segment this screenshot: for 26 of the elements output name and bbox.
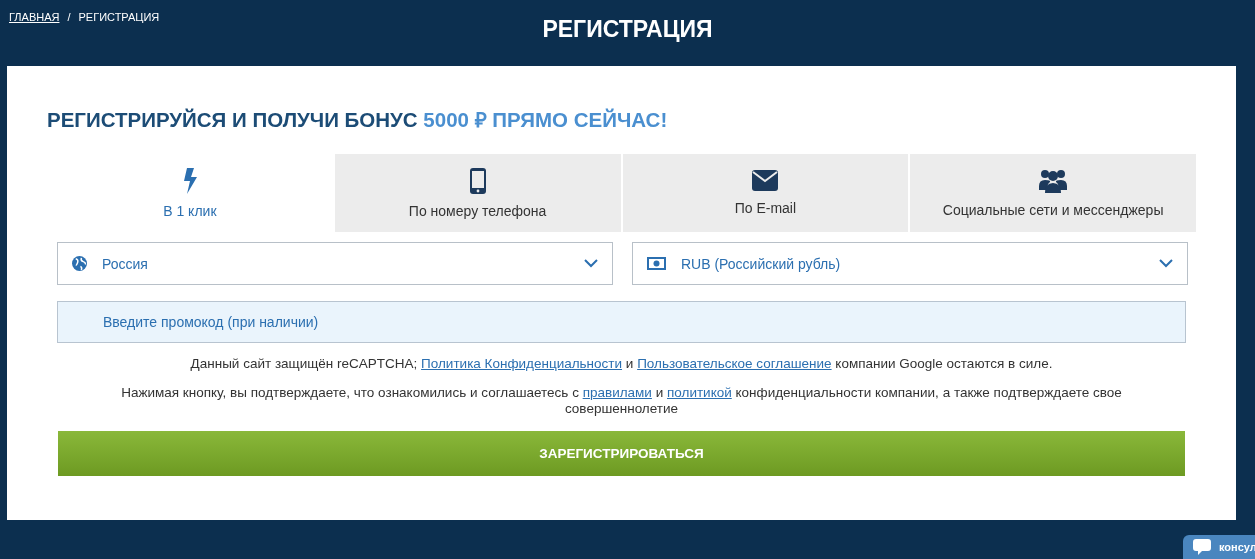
- breadcrumb-current: РЕГИСТРАЦИЯ: [78, 11, 160, 23]
- legal-note: Данный сайт защищён reCAPTCHA; Политика Конфиденциальности и Пользовательское соглашение компании Google остаются в силе.: [189, 356, 1054, 372]
- policy-link[interactable]: Политика Конфиденциальности: [421, 356, 623, 371]
- promo-code-field[interactable]: Введите промокод (при наличии): [57, 301, 1186, 343]
- promo-heading: РЕГИСТРИРУЙСЯ И ПОЛУЧИ БОНУС 5000 ₽ ПРЯМО СЕЙЧАС!: [47, 107, 669, 133]
- globe-icon: [72, 256, 87, 271]
- phone-icon: [469, 167, 486, 194]
- policy-link[interactable]: политикой: [667, 385, 732, 400]
- registration-tab[interactable]: Социальные сети и мессенджеры: [910, 154, 1196, 232]
- registration-tab[interactable]: По E-mail: [622, 154, 909, 232]
- banknote-icon: [647, 257, 666, 270]
- dropdown-select[interactable]: Россия: [57, 242, 613, 285]
- chevron-down-icon: [1159, 259, 1173, 268]
- lightning-icon: [182, 167, 197, 194]
- policy-link[interactable]: Пользовательское соглашение: [637, 356, 832, 371]
- people-icon: [1039, 168, 1068, 193]
- chevron-down-icon: [584, 259, 598, 268]
- legal-note: Нажимая кнопку, вы подтверждаете, что ознакомились и соглашаетесь с правилами и политикой конфиденциальности компании, а также подтверждаете свое совершеннолетие: [120, 385, 1123, 417]
- page-title: РЕГИСТРАЦИЯ: [542, 15, 713, 43]
- breadcrumb-separator: /: [67, 11, 71, 23]
- dropdown-select[interactable]: RUB (Российский рубль): [632, 242, 1188, 285]
- breadcrumb-link[interactable]: ГЛАВНАЯ: [9, 11, 60, 23]
- speech-bubble-icon: [1193, 539, 1211, 555]
- registration-tab[interactable]: По номеру телефона: [334, 154, 621, 232]
- policy-link[interactable]: правилами: [582, 385, 652, 400]
- envelope-icon: [752, 170, 779, 191]
